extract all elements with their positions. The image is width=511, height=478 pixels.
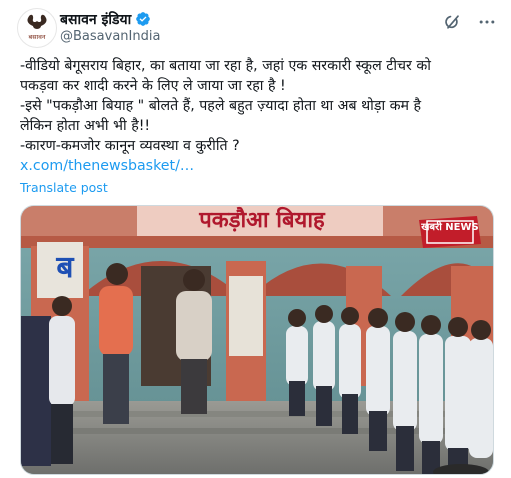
tweet-card: बसावन बसावन इंडिया @BasavanIndia -वीडियो…	[0, 0, 511, 478]
author-handle[interactable]: @BasavanIndia	[60, 29, 160, 44]
more-icon[interactable]	[477, 12, 497, 32]
tweet-text-line: लेकिन होता अभी भी है!!	[20, 118, 151, 134]
avatar-logo-text: बसावन	[28, 33, 45, 41]
author-name-row: बसावन इंडिया	[60, 10, 151, 28]
translate-post-link[interactable]: Translate post	[20, 180, 108, 195]
tweet-text-line: पकड़वा कर शादी करने के लिए ले जाया जा रह…	[20, 78, 286, 94]
tweet-text-line: -इसे "पकड़ौआ बियाह " बोलते हैं, पहले बहु…	[20, 98, 422, 114]
tweet-text-line: -कारण-कमजोर कानून व्यवस्था व कुरीति ?	[20, 138, 240, 154]
avatar-logo-icon: बसावन	[27, 14, 47, 41]
author-display-name[interactable]: बसावन इंडिया	[60, 10, 131, 29]
tweet-text: -वीडियो बेगूसराय बिहार, का बताया जा रहा …	[20, 56, 496, 176]
tweet-actions	[443, 12, 497, 32]
channel-logo-text: खबरी NEWS	[421, 222, 479, 233]
wall-sign-letter: ब	[56, 250, 74, 285]
channel-logo: खबरी NEWS	[419, 216, 481, 250]
author-avatar[interactable]: बसावन	[17, 8, 57, 48]
tweet-text-line: -वीडियो बेगूसराय बिहार, का बताया जा रहा …	[20, 58, 431, 74]
tweet-link[interactable]: x.com/thenewsbasket/…	[20, 156, 496, 176]
verified-badge-icon[interactable]	[135, 11, 151, 27]
grok-icon[interactable]	[443, 12, 463, 32]
tweet-media-video[interactable]: पकड़ौआ बियाह खबरी NEWS ब	[20, 205, 494, 475]
video-overlay-title: पकड़ौआ बियाह	[199, 208, 325, 233]
